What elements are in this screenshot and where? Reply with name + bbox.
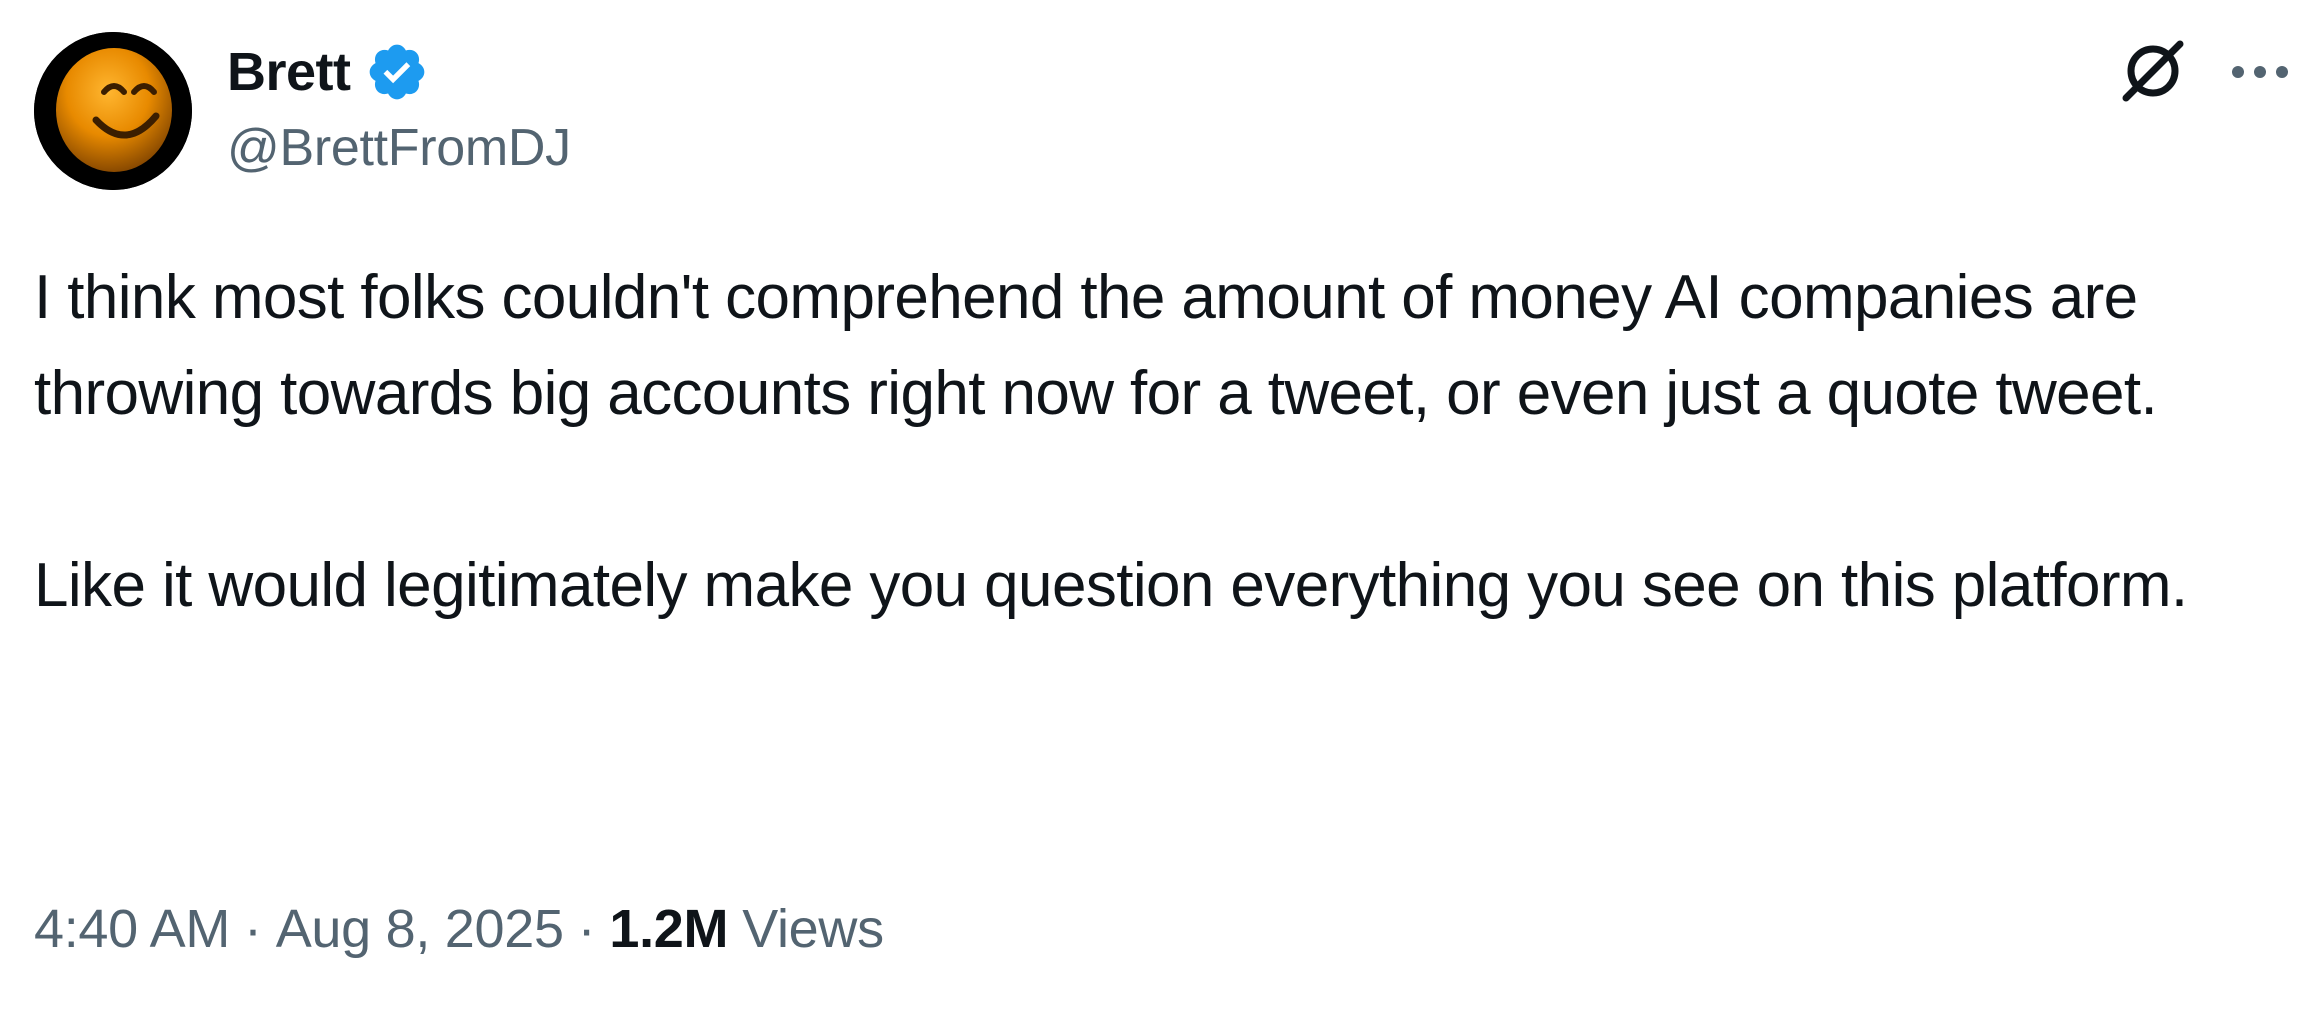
views-label: Views <box>742 899 884 959</box>
tweet-time[interactable]: 4:40 AM <box>34 898 230 960</box>
author-handle[interactable]: @BrettFromDJ <box>227 118 571 178</box>
tweet-paragraph: I think most folks couldn't comprehend t… <box>34 263 2158 428</box>
avatar[interactable] <box>34 32 192 190</box>
meta-separator: · <box>577 899 596 959</box>
tweet-date[interactable]: Aug 8, 2025 <box>276 898 564 960</box>
display-name[interactable]: Brett <box>227 41 351 103</box>
avatar-image <box>34 32 192 190</box>
tweet-text: I think most folks couldn't comprehend t… <box>34 250 2294 634</box>
tweet-metadata: 4:40 AM · Aug 8, 2025 · 1.2M Views <box>34 898 884 960</box>
tweet-paragraph: Like it would legitimately make you ques… <box>34 551 2188 620</box>
tweet-card: Brett @BrettFromDJ I think most folks co… <box>0 0 2318 1010</box>
grok-icon[interactable] <box>2118 36 2188 106</box>
verified-badge-icon[interactable] <box>365 40 429 104</box>
more-options-icon[interactable] <box>2228 52 2292 92</box>
meta-separator: · <box>244 899 262 959</box>
views-count: 1.2M <box>609 899 729 959</box>
author-name-row: Brett <box>227 36 429 108</box>
